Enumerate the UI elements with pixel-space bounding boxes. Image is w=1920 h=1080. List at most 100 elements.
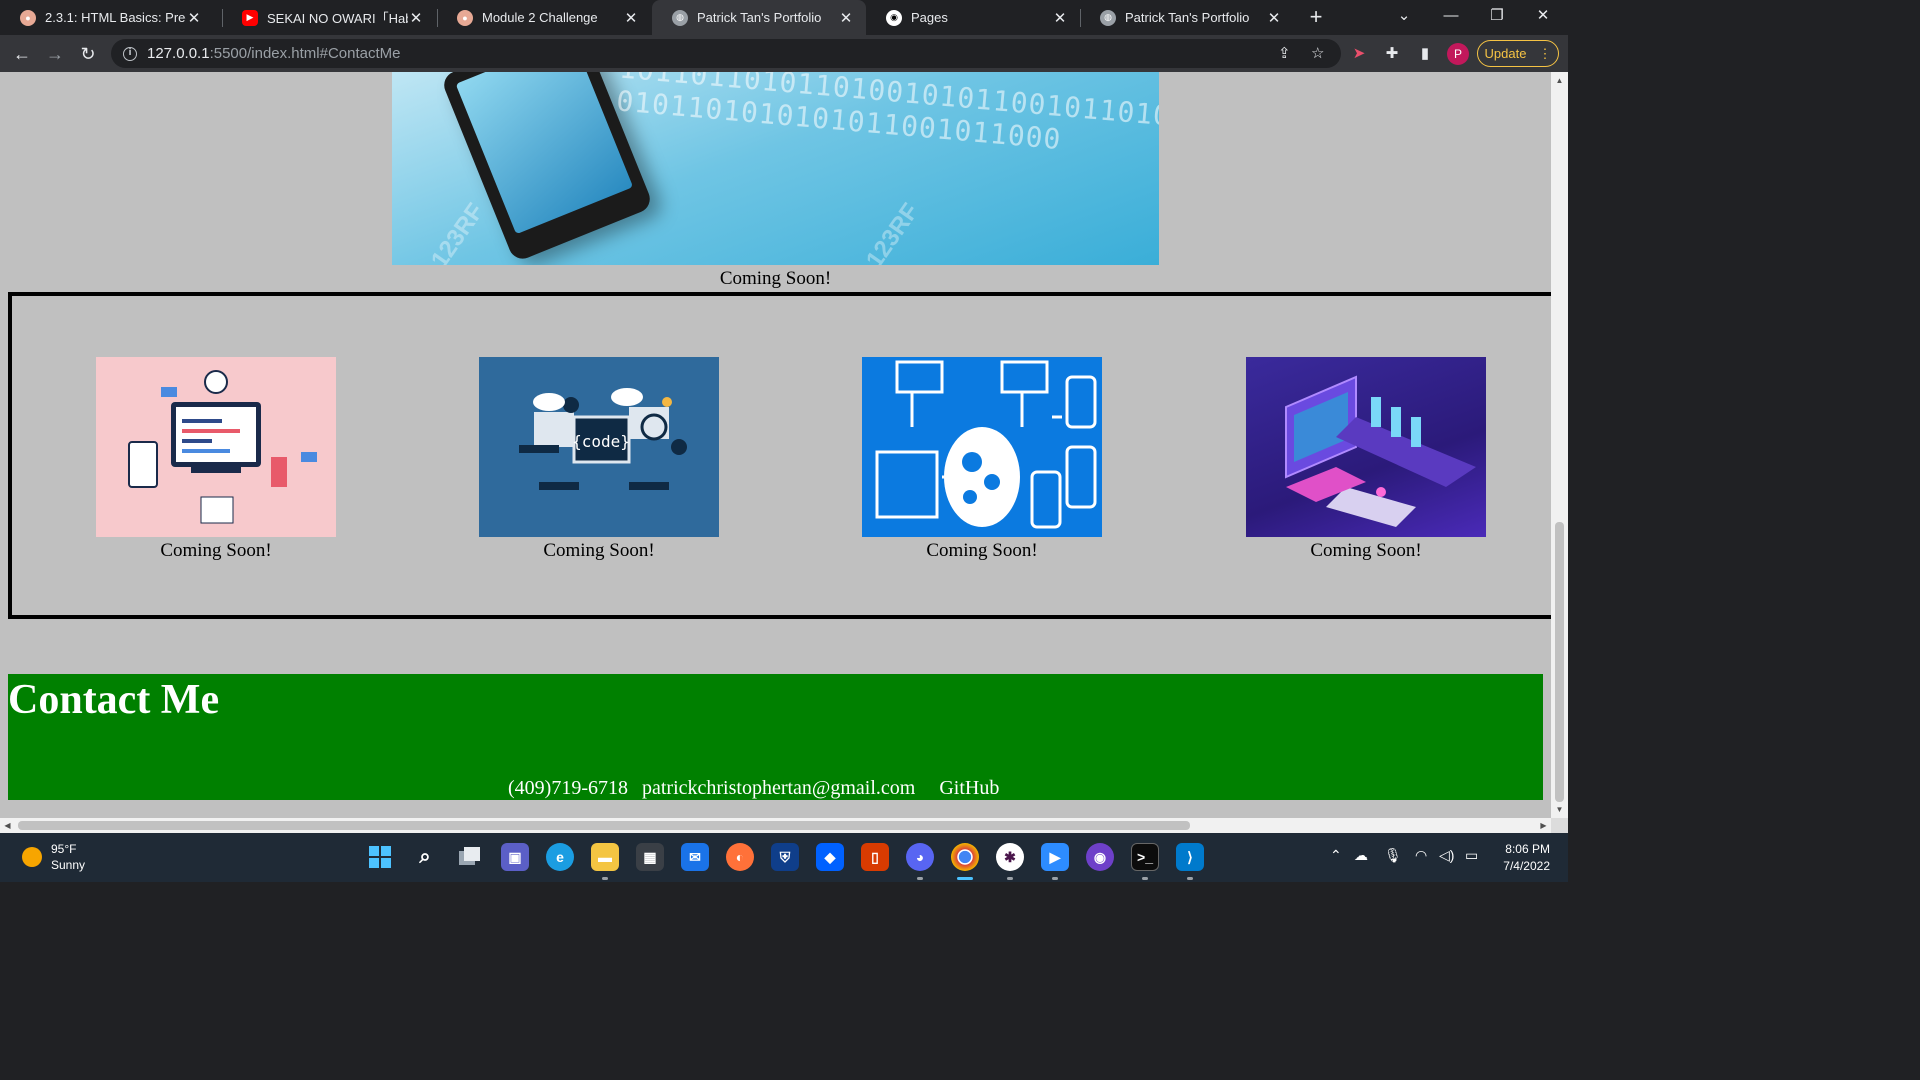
contact-links: (409)719-6718 patrickchristophertan@gmai…: [508, 777, 999, 800]
site-info-icon[interactable]: i: [123, 46, 137, 61]
weather-temp: 95°F: [51, 842, 77, 856]
canvas-icon: ●: [20, 9, 36, 26]
tab-title: Patrick Tan's Portfolio: [697, 10, 822, 25]
project-image-1[interactable]: [96, 357, 336, 537]
firefox-icon[interactable]: ◐: [726, 843, 754, 871]
slack-icon[interactable]: ✱: [996, 843, 1024, 871]
vscode-icon[interactable]: ⟩: [1176, 843, 1204, 871]
github-link[interactable]: GitHub: [939, 777, 999, 800]
minimize-button[interactable]: —: [1428, 0, 1474, 32]
phone-link[interactable]: (409)719-6718: [508, 777, 628, 800]
tab-portfolio-active[interactable]: ◍ Patrick Tan's Portfolio ✕: [652, 0, 866, 35]
weather-widget[interactable]: 95°F Sunny: [22, 841, 85, 873]
search-icon[interactable]: ⌕: [411, 843, 439, 871]
ms-store-icon[interactable]: ▦: [636, 843, 664, 871]
onedrive-icon[interactable]: ☁: [1354, 847, 1368, 864]
project-image-4[interactable]: [1246, 357, 1486, 537]
running-indicator: [957, 877, 973, 880]
forward-button[interactable]: →: [42, 41, 68, 67]
weather-desc: Sunny: [51, 858, 86, 872]
discord-icon[interactable]: ◕: [906, 843, 934, 871]
close-icon[interactable]: ✕: [838, 9, 854, 27]
project-image-3[interactable]: [862, 357, 1102, 537]
tab-title: Patrick Tan's Portfolio: [1125, 10, 1250, 25]
back-button[interactable]: ←: [9, 41, 35, 67]
close-icon[interactable]: ✕: [1266, 9, 1282, 27]
close-icon[interactable]: ✕: [623, 9, 639, 27]
email-link[interactable]: patrickchristophertan@gmail.com: [642, 777, 915, 800]
volume-icon[interactable]: ◁): [1439, 847, 1454, 864]
update-label: Update: [1484, 46, 1527, 61]
clock[interactable]: 8:06 PM 7/4/2022: [1490, 841, 1550, 875]
contact-heading: Contact Me: [8, 677, 220, 723]
dropbox-icon[interactable]: ◆: [816, 843, 844, 871]
youtube-icon: ▶: [242, 9, 258, 26]
zoom-icon[interactable]: ▶: [1041, 843, 1069, 871]
project-caption-2: Coming Soon!: [543, 540, 655, 561]
tab-title: Pages: [911, 10, 948, 25]
globe-icon: ◍: [1100, 9, 1116, 26]
hero-image: 10110110101101001010110010110101000 0101…: [392, 72, 1159, 265]
tab-module-2-challenge[interactable]: ● Module 2 Challenge ✕: [437, 0, 651, 35]
microphone-icon[interactable]: 🎙︎: [1384, 847, 1402, 864]
github-desktop-icon[interactable]: ◉: [1086, 843, 1114, 871]
close-window-button[interactable]: ✕: [1520, 0, 1566, 32]
tab-title: SEKAI NO OWARI「Habit」 -: [267, 11, 408, 26]
tab-html-basics[interactable]: ● 2.3.1: HTML Basics: Pre-Wor ✕: [0, 0, 214, 35]
address-bar[interactable]: i 127.0.0.1 :5500/index.html#ContactMe: [111, 39, 1341, 68]
binary-pattern: 10110110101101001010110010110101000 0101…: [615, 72, 1159, 157]
tab-title: 2.3.1: HTML Basics: Pre-Wor: [45, 10, 186, 25]
bookmark-star-icon[interactable]: ☆: [1311, 44, 1324, 62]
chrome-icon[interactable]: [951, 843, 979, 871]
file-explorer-icon[interactable]: ▬: [591, 843, 619, 871]
tab-portfolio-2[interactable]: ◍ Patrick Tan's Portfolio ✕: [1080, 0, 1294, 35]
tab-title: Module 2 Challenge: [482, 10, 598, 25]
scroll-down-icon[interactable]: ▼: [1551, 801, 1568, 818]
ms-defender-icon[interactable]: ⛨: [771, 843, 799, 871]
watermark: 123RF: [425, 198, 490, 265]
horizontal-scrollbar[interactable]: ◀ ▶: [0, 818, 1551, 833]
restore-button[interactable]: ❐: [1474, 0, 1520, 32]
reload-button[interactable]: ↻: [75, 41, 101, 67]
close-icon[interactable]: ✕: [408, 9, 424, 27]
canvas-icon: ●: [457, 9, 473, 26]
scroll-right-icon[interactable]: ▶: [1536, 818, 1551, 833]
page-viewport: 10110110101101001010110010110101000 0101…: [0, 72, 1551, 818]
puzzle-extensions-icon[interactable]: ✚: [1381, 43, 1403, 65]
running-indicator: [1142, 877, 1148, 880]
scroll-up-icon[interactable]: ▲: [1551, 72, 1568, 89]
profile-avatar[interactable]: P: [1447, 43, 1469, 65]
close-icon[interactable]: ✕: [1052, 9, 1068, 27]
teams-chat-icon[interactable]: ▣: [501, 843, 529, 871]
horizontal-scroll-thumb[interactable]: [18, 821, 1190, 830]
tab-strip: ● 2.3.1: HTML Basics: Pre-Wor ✕ ▶ SEKAI …: [0, 0, 1568, 35]
mail-icon[interactable]: ✉: [681, 843, 709, 871]
new-tab-button[interactable]: +: [1305, 4, 1327, 30]
windows-start-icon[interactable]: [366, 843, 394, 871]
edge-icon[interactable]: e: [546, 843, 574, 871]
office-icon[interactable]: ▯: [861, 843, 889, 871]
watermark: 123RF: [860, 198, 925, 265]
tab-sekai-no-owari[interactable]: ▶ SEKAI NO OWARI「Habit」 - ✕: [222, 0, 436, 35]
update-button[interactable]: Update ⋮: [1477, 40, 1559, 67]
globe-icon: ◍: [672, 9, 688, 26]
tab-pages[interactable]: ◉ Pages ✕: [866, 0, 1080, 35]
windows-taskbar: 95°F Sunny ⌕ ▣ e ▬ ▦ ✉ ◐ ⛨ ◆ ▯ ◕ ✱ ▶ ◉ >…: [0, 833, 1568, 882]
project-caption-4: Coming Soon!: [1310, 540, 1422, 561]
url-host: 127.0.0.1: [147, 45, 210, 62]
task-view-icon[interactable]: [456, 843, 484, 871]
tab-search-button[interactable]: ⌄: [1381, 0, 1427, 32]
battery-icon[interactable]: ▭: [1465, 847, 1478, 864]
side-panel-icon[interactable]: ▮: [1414, 43, 1436, 65]
share-icon[interactable]: ⇪: [1278, 44, 1291, 62]
vertical-scroll-thumb[interactable]: [1555, 522, 1564, 802]
scroll-left-icon[interactable]: ◀: [0, 818, 15, 833]
project-image-2[interactable]: {code}: [479, 357, 719, 537]
terminal-icon[interactable]: >_: [1131, 843, 1159, 871]
vertical-scrollbar[interactable]: ▲ ▼: [1551, 72, 1568, 818]
extension-icon[interactable]: ➤: [1348, 43, 1370, 65]
svg-text:{code}: {code}: [572, 432, 630, 451]
chevron-up-icon[interactable]: ⌃: [1330, 847, 1342, 864]
close-icon[interactable]: ✕: [186, 9, 202, 27]
wifi-icon[interactable]: ◠: [1415, 847, 1427, 864]
